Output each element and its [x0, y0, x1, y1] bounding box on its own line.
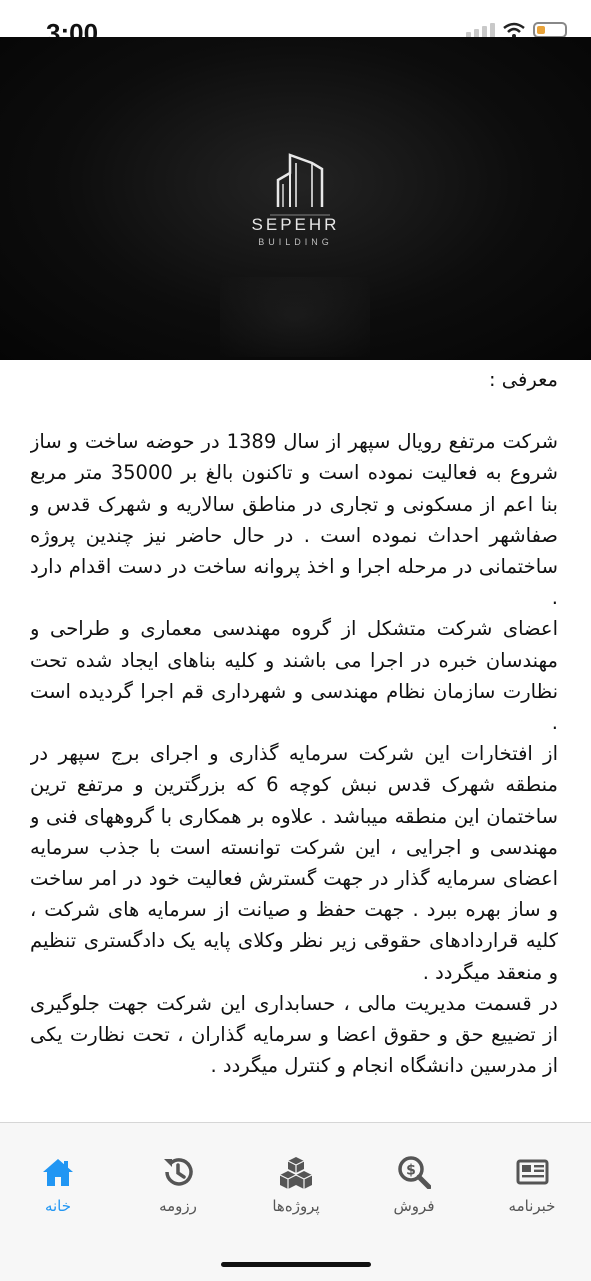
hero-glow [220, 277, 370, 357]
nav-item-projects[interactable]: پروژه‌ها [246, 1155, 346, 1225]
history-icon [164, 1158, 193, 1186]
home-indicator [221, 1262, 371, 1267]
nav-label-projects: پروژه‌ها [272, 1197, 320, 1215]
wifi-icon [503, 22, 525, 37]
hero-banner: SEPEHR BUILDING [0, 37, 591, 360]
nav-item-newsletter[interactable]: خبرنامه [482, 1155, 582, 1225]
battery-icon [533, 22, 567, 37]
status-time: 3:00 [46, 18, 99, 37]
cubes-icon [279, 1157, 313, 1189]
status-bar: 3:00 [0, 0, 591, 37]
nav-label-home: خانه [44, 1197, 72, 1215]
nav-label-sales: فروش [393, 1197, 435, 1215]
bottom-nav: خانه رزومه پروژه‌ها $ فروش [0, 1122, 591, 1281]
nav-item-home[interactable]: خانه [8, 1155, 108, 1225]
status-icons [466, 22, 567, 37]
paragraph: شرکت مرتفع رویال سپهر از سال 1389 در حوض… [30, 430, 558, 610]
nav-label-newsletter: خبرنامه [508, 1197, 556, 1215]
section-title: معرفی : [489, 368, 558, 391]
about-content: معرفی : شرکت مرتفع رویال سپهر از سال 138… [30, 364, 558, 1124]
newspaper-icon [516, 1159, 549, 1185]
logo-subtitle: BUILDING [258, 237, 333, 247]
svg-text:$: $ [406, 1163, 416, 1179]
paragraph: از افتخارات این شرکت سرمایه گذاری و اجرا… [30, 742, 558, 984]
home-icon [43, 1159, 73, 1186]
nav-item-sales[interactable]: $ فروش [364, 1155, 464, 1225]
nav-item-resume[interactable]: رزومه [128, 1155, 228, 1225]
search-dollar-icon: $ [398, 1156, 431, 1189]
paragraph: در قسمت مدیریت مالی ، حسابداری این شرکت … [30, 991, 558, 1078]
nav-label-resume: رزومه [159, 1197, 197, 1215]
signal-icon [466, 23, 495, 37]
logo-name: SEPEHR [251, 215, 340, 234]
paragraph: اعضای شرکت متشکل از گروه مهندسی معماری و… [30, 617, 558, 735]
